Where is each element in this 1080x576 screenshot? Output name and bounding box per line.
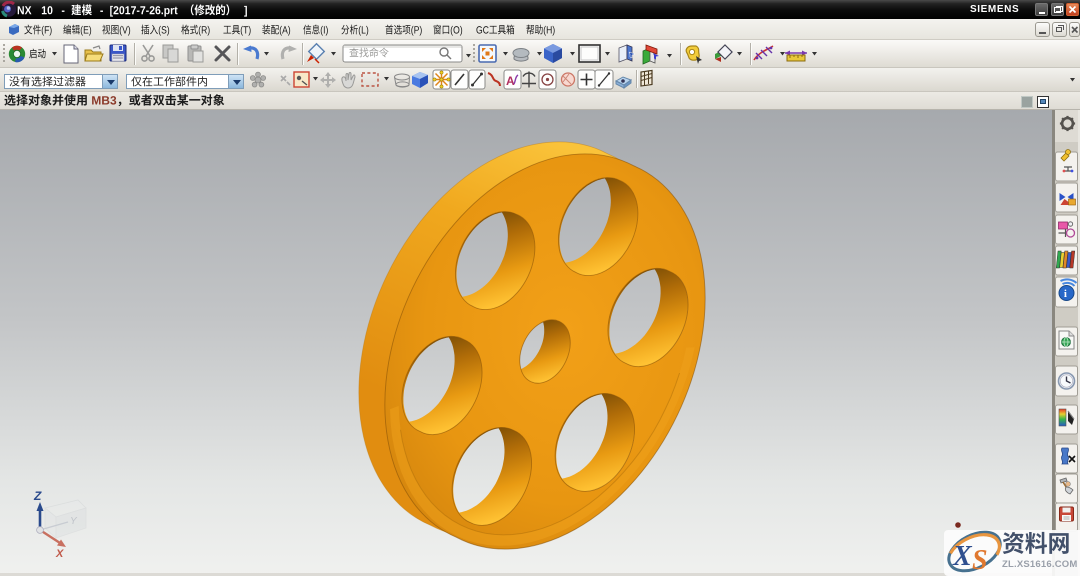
- svg-text:X: X: [55, 548, 64, 560]
- svg-text:i: i: [1064, 288, 1067, 300]
- svg-text:Z: Z: [33, 489, 42, 503]
- svg-text:A: A: [506, 74, 515, 88]
